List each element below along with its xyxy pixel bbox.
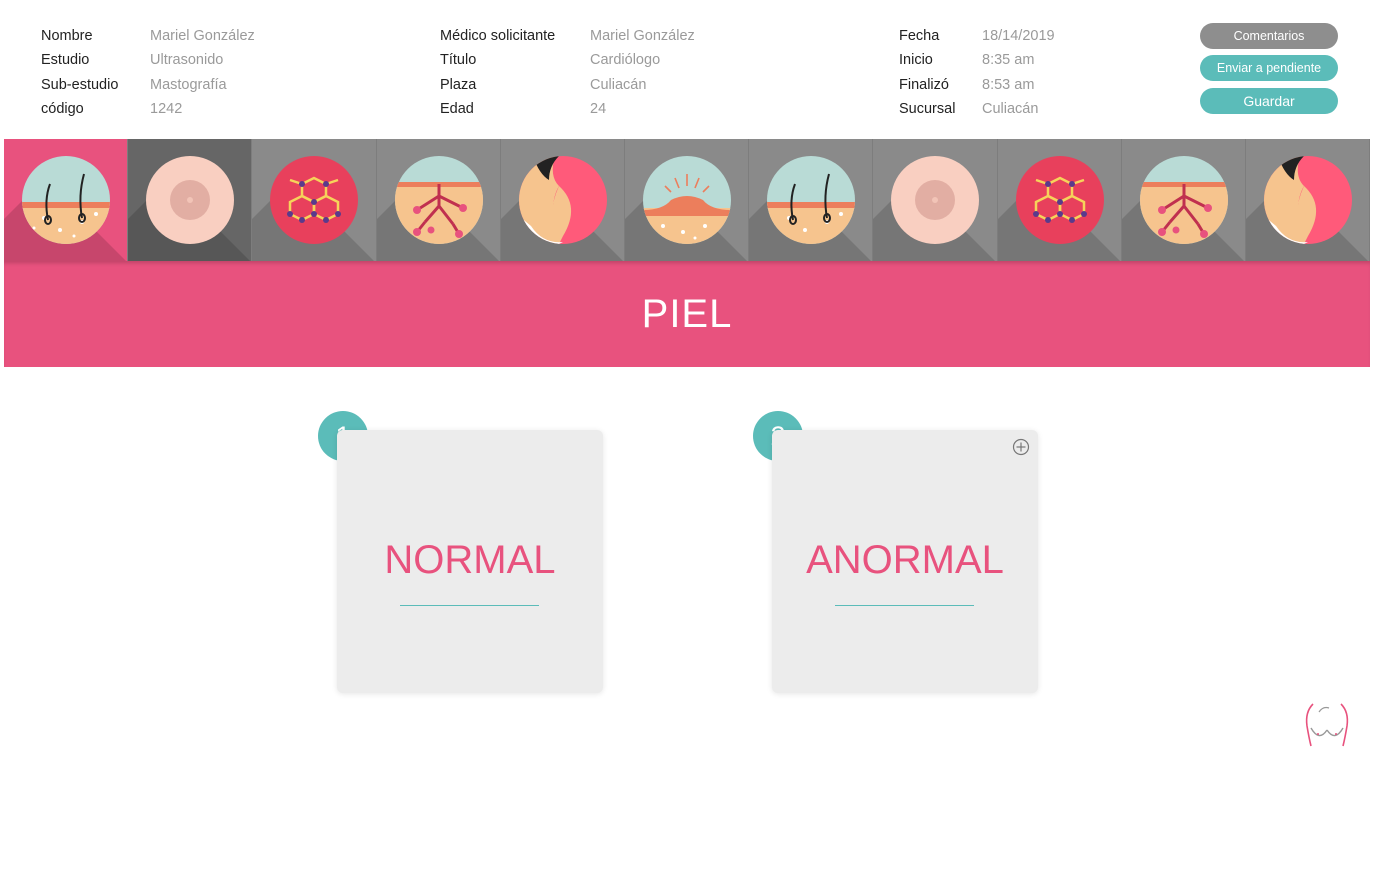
info-row-plaza: Plaza Culiacán xyxy=(440,73,740,97)
save-button[interactable]: Guardar xyxy=(1200,88,1338,114)
info-label: Fecha xyxy=(899,28,940,45)
info-row-titulo: Título Cardiólogo xyxy=(440,48,740,72)
category-tile-perfil-2[interactable] xyxy=(1245,139,1370,261)
vessels-icon xyxy=(394,156,483,244)
skin-hair-icon xyxy=(767,156,856,244)
section-title: PIEL xyxy=(641,291,733,336)
category-tile-perfil[interactable] xyxy=(500,139,625,261)
category-tile-pezon[interactable] xyxy=(128,139,253,261)
info-value: 18/14/2019 xyxy=(982,28,1055,45)
skin-hair-icon xyxy=(22,156,110,244)
send-to-pending-button[interactable]: Enviar a pendiente xyxy=(1200,55,1338,81)
option-underline xyxy=(400,605,539,606)
vessels-icon xyxy=(1139,156,1228,244)
add-circle-icon[interactable] xyxy=(1012,438,1030,456)
category-tile-quimica-2[interactable] xyxy=(997,139,1122,261)
nipple-icon xyxy=(891,156,980,244)
option-card-normal[interactable]: NORMAL xyxy=(337,430,603,693)
info-label: Sub-estudio xyxy=(41,76,119,93)
category-tile-piel[interactable] xyxy=(4,139,129,261)
breast-profile-icon xyxy=(1263,156,1352,244)
info-row-sucursal: Sucursal Culiacán xyxy=(899,97,1199,121)
breast-profile-icon xyxy=(518,156,607,244)
breast-logo-icon xyxy=(1305,703,1349,747)
molecule-icon xyxy=(1015,156,1104,244)
doctor-info: Médico solicitante Mariel González Títul… xyxy=(440,24,740,121)
category-tile-piel-2[interactable] xyxy=(749,139,874,261)
info-row-inicio: Inicio 8:35 am xyxy=(899,48,1199,72)
info-label: Finalizó xyxy=(899,76,949,93)
info-label: código xyxy=(41,101,84,118)
info-value: Mariel González xyxy=(150,28,255,45)
info-value: 8:35 am xyxy=(982,52,1035,69)
lump-icon xyxy=(642,156,731,244)
info-row-medico: Médico solicitante Mariel González xyxy=(440,24,740,48)
info-value: Culiacán xyxy=(590,76,647,93)
category-tile-vascular-2[interactable] xyxy=(1121,139,1246,261)
info-row-fecha: Fecha 18/14/2019 xyxy=(899,24,1199,48)
info-row-estudio: Estudio Ultrasonido xyxy=(41,48,341,72)
category-tile-pezon-2[interactable] xyxy=(873,139,998,261)
category-tile-quimica[interactable] xyxy=(252,139,377,261)
info-value: 24 xyxy=(590,101,607,118)
info-label: Médico solicitante xyxy=(440,28,556,45)
info-row-nombre: Nombre Mariel González xyxy=(41,24,341,48)
session-info: Fecha 18/14/2019 Inicio 8:35 am Finalizó… xyxy=(899,24,1199,121)
info-label: Edad xyxy=(440,101,474,118)
option-card-anormal[interactable]: ANORMAL xyxy=(772,430,1038,693)
molecule-icon xyxy=(270,156,359,244)
category-tile-masa[interactable] xyxy=(624,139,750,261)
option-label: ANORMAL xyxy=(806,538,1004,582)
section-banner: PIEL xyxy=(4,261,1370,367)
option-label: NORMAL xyxy=(384,538,556,582)
info-value: Cardiólogo xyxy=(590,52,661,69)
info-value: 8:53 am xyxy=(982,76,1035,93)
category-strip xyxy=(4,139,1370,261)
info-row-finalizo: Finalizó 8:53 am xyxy=(899,73,1199,97)
info-label: Sucursal xyxy=(899,101,956,118)
info-row-edad: Edad 24 xyxy=(440,97,740,121)
info-label: Inicio xyxy=(899,52,933,69)
patient-info: Nombre Mariel González Estudio Ultrasoni… xyxy=(41,24,341,121)
category-tile-vascular[interactable] xyxy=(376,139,501,261)
patient-header: Nombre Mariel González Estudio Ultrasoni… xyxy=(0,0,1373,139)
info-label: Estudio xyxy=(41,52,90,69)
info-row-sub-estudio: Sub-estudio Mastografía xyxy=(41,73,341,97)
option-underline xyxy=(835,605,974,606)
comments-button[interactable]: Comentarios xyxy=(1200,23,1338,49)
info-label: Plaza xyxy=(440,76,477,93)
info-label: Título xyxy=(440,52,477,69)
nipple-icon xyxy=(146,156,235,244)
info-value: Mariel González xyxy=(590,28,695,45)
info-value: Culiacán xyxy=(982,101,1039,118)
info-value: 1242 xyxy=(150,101,183,118)
info-row-codigo: código 1242 xyxy=(41,97,341,121)
info-value: Mastografía xyxy=(150,76,227,93)
info-label: Nombre xyxy=(41,28,93,45)
info-value: Ultrasonido xyxy=(150,52,224,69)
